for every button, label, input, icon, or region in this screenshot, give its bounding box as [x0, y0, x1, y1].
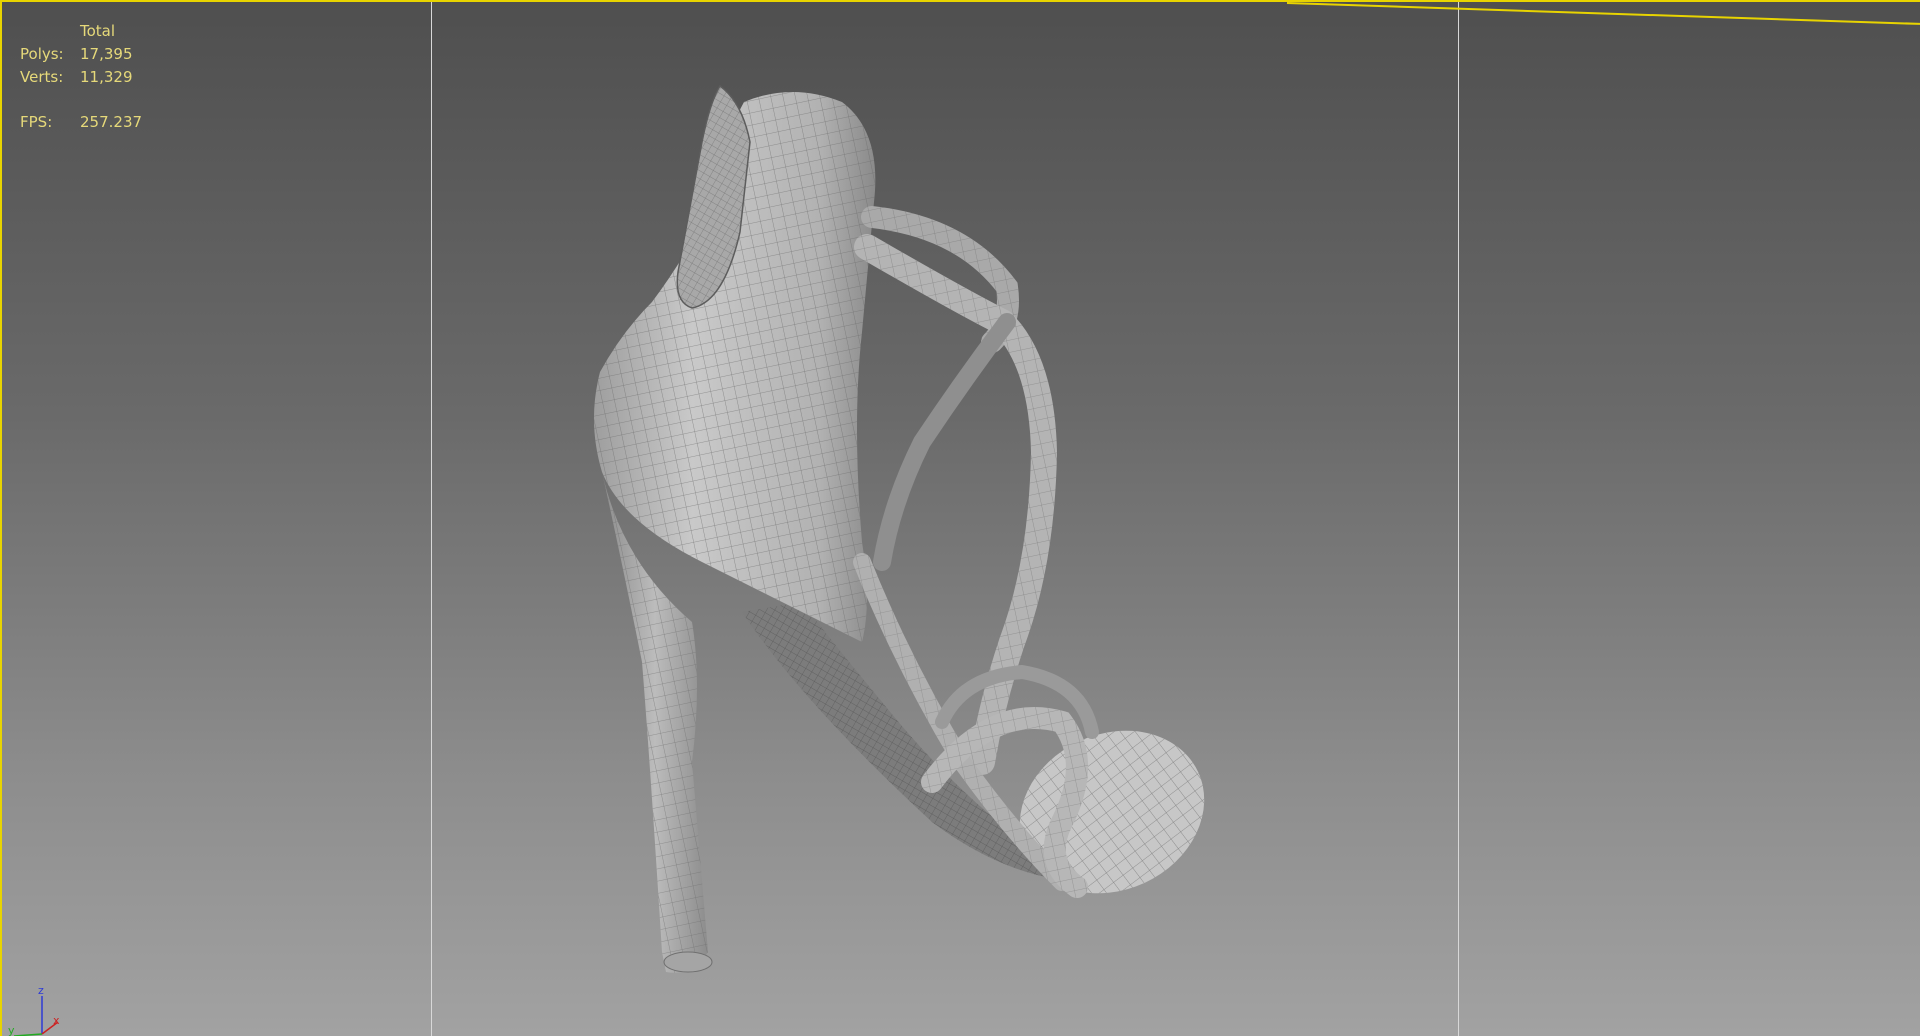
y-axis-label: y	[8, 1024, 15, 1036]
axis-gizmo: z x y	[8, 986, 60, 1036]
z-axis-label: z	[38, 986, 44, 997]
high-heel-sandal-model[interactable]	[2, 2, 1920, 1036]
toe-footbed	[1019, 730, 1205, 894]
perspective-viewport[interactable]: Total Polys: 17,395 Verts: 11,329 FPS: 257.…	[0, 0, 1920, 1036]
x-axis-label: x	[53, 1014, 60, 1027]
